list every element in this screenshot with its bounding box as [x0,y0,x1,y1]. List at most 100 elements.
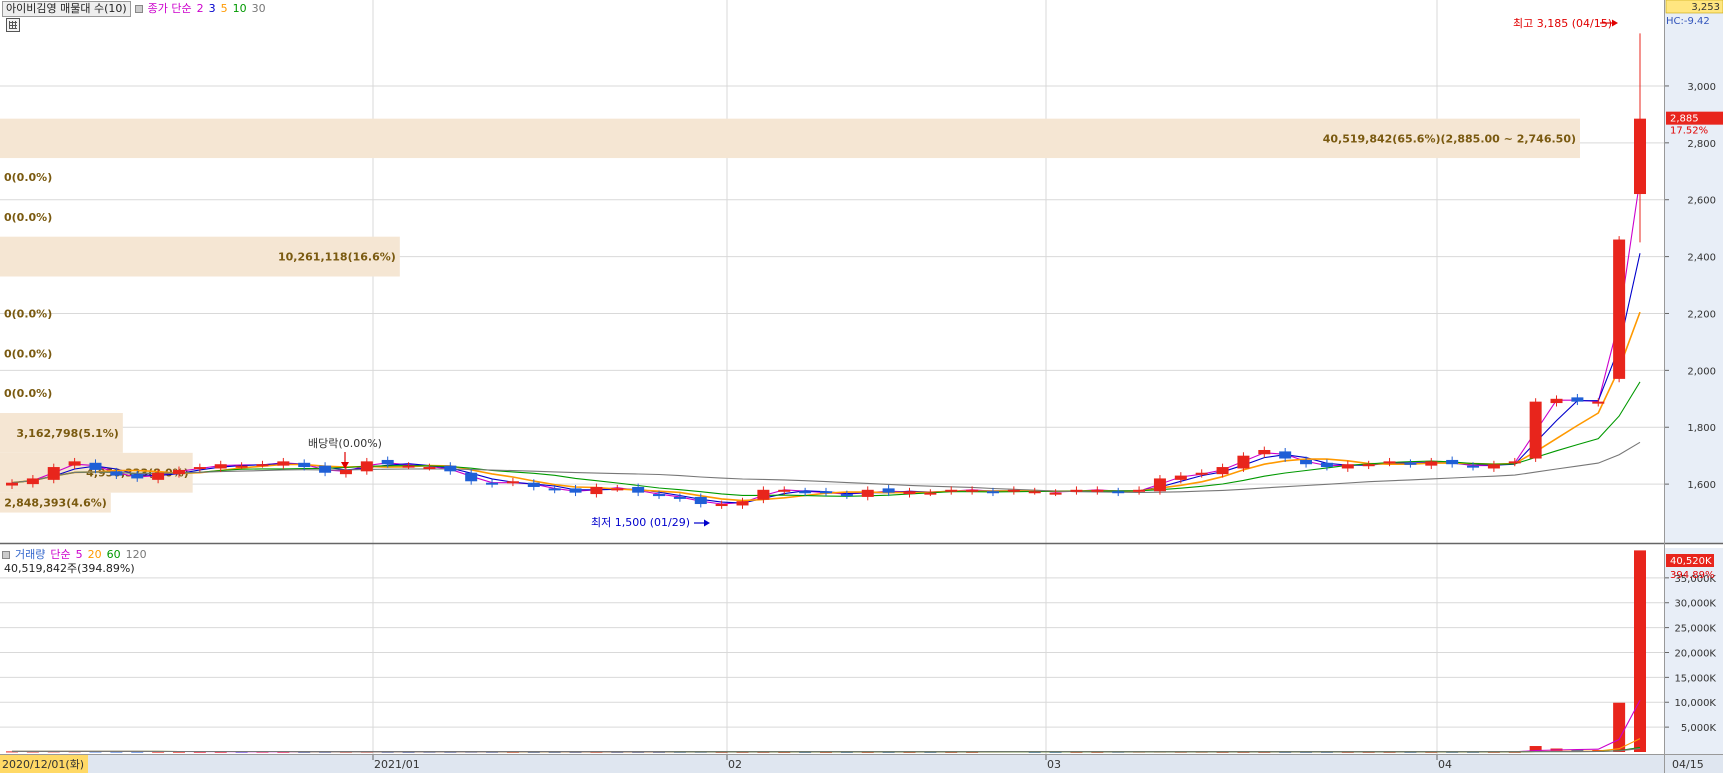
stock-chart[interactable]: 2,848,393(4.6%)4,950,323(8.0%)3,162,798(… [0,0,1723,773]
candle-body [611,488,624,491]
candle-body [1446,459,1459,465]
candle-body [1592,401,1605,404]
candle-body [1571,397,1584,402]
candle-body [861,489,874,497]
candle-body [840,494,853,497]
price-tick-label: 2,600 [1687,196,1716,207]
candle-body [319,465,332,473]
candle-body [26,478,39,485]
volume-profile-label: 0(0.0%) [4,347,52,360]
price-tick-label: 1,800 [1687,423,1716,434]
high-price-annotation: 최고 3,185 (04/15) [1513,17,1612,30]
candle-body [1550,398,1563,404]
candle-body [1300,459,1313,465]
candle-body [882,488,895,493]
candle-body [527,482,540,487]
candle-body [1529,401,1542,459]
volume-profile-label: 2,848,393(4.6%) [4,497,107,510]
candle-body [360,461,373,472]
ma-label: 종가 단순 [147,2,192,15]
candle-body [465,472,478,482]
candle-body [47,467,60,480]
svg-text:2,885: 2,885 [1670,114,1699,125]
candle-body [924,492,937,495]
candle-body [402,465,415,468]
candle-body [1362,464,1375,467]
candle-body [444,465,457,472]
volume-tick-label: 20,000K [1674,648,1716,659]
candle-body [1153,478,1166,492]
candle-body [694,496,707,505]
svg-text:40,520K: 40,520K [1670,556,1712,567]
current-volume-tag: 40,520K [1666,554,1714,567]
candle-body [1133,489,1146,492]
candle-body [986,491,999,494]
table-grid-icon[interactable] [6,18,20,32]
date-axis-background [0,754,1723,773]
candle-body [1216,467,1229,475]
ma-period-30: 30 [251,2,266,15]
volume-profile-label: 3,162,798(5.1%) [16,427,119,440]
volume-summary: 40,519,842주(394.89%) [4,562,135,575]
volume-ma-60: 60 [106,548,121,561]
current-volume-pct-tag: 394.89% [1670,570,1715,581]
candle-body [569,488,582,493]
volume-profile-label: 0(0.0%) [4,307,52,320]
candle-body [903,491,916,495]
candle-body [1195,472,1208,475]
ma-period-2: 2 [196,2,204,15]
volume-profile-label: 40,519,842(65.6%)(2,885.00 ~ 2,746.50) [1323,132,1576,145]
volume-ma-5: 5 [75,548,83,561]
candle-body [1404,462,1417,465]
candle-body [6,482,18,486]
candle-body [1508,461,1521,464]
month-label-feb: 02 [728,758,742,771]
candle-body [1467,465,1480,468]
volume-tick-label: 25,000K [1674,624,1716,635]
candle-body [548,488,561,491]
top-price-tag: 3,253 [1665,0,1723,14]
current-price-tag: 2,885 [1666,111,1723,125]
volume-profile-label: 0(0.0%) [4,171,52,184]
volume-ma-label: 단순 [50,548,71,561]
candle-body [1091,489,1104,492]
candle-body [381,459,394,465]
candle-body [152,472,165,480]
candle-body [1112,491,1125,494]
price-tick-label: 2,000 [1687,366,1716,377]
candle-body [653,494,666,497]
candle-body [1341,464,1354,469]
price-legend: 아이비김영 매물대 수(10) 종가 단순 2 3 5 10 30 [2,1,271,17]
candle-body [715,504,728,507]
month-label-mar: 03 [1047,758,1061,771]
candle-body [1007,489,1020,492]
candle-body [1613,239,1626,379]
price-tick-label: 2,400 [1687,253,1716,264]
candle-body [193,467,206,470]
candle-body [1070,489,1083,492]
volume-profile-label: 10,261,118(16.6%) [278,251,396,264]
candle-body [1383,461,1396,464]
candle-body [799,491,812,494]
candle-body [778,489,791,492]
candle-body [1174,475,1187,480]
dividend-annotation: 배당락(0.00%) [308,437,382,450]
indicator-label[interactable]: 아이비김영 매물대 수(10) [2,1,131,17]
last-date-label: 04/15 [1672,758,1704,771]
candle-body [89,462,102,470]
candle-body [1237,455,1250,469]
price-tick-label: 2,200 [1687,309,1716,320]
candle-body [1028,491,1041,494]
volume-ma-20: 20 [87,548,102,561]
volume-settings-icon[interactable] [2,551,10,559]
volume-ma-120: 120 [125,548,147,561]
ma-settings-icon[interactable] [134,5,143,13]
candle-body [1487,464,1500,469]
candle-body [1320,462,1333,468]
ma-period-5: 5 [220,2,228,15]
ma-period-3: 3 [208,2,216,15]
month-label-jan: 2021/01 [374,758,420,771]
volume-tick-label: 10,000K [1674,698,1716,709]
volume-tick-label: 5,000K [1681,723,1717,734]
volume-bar [1613,702,1626,752]
